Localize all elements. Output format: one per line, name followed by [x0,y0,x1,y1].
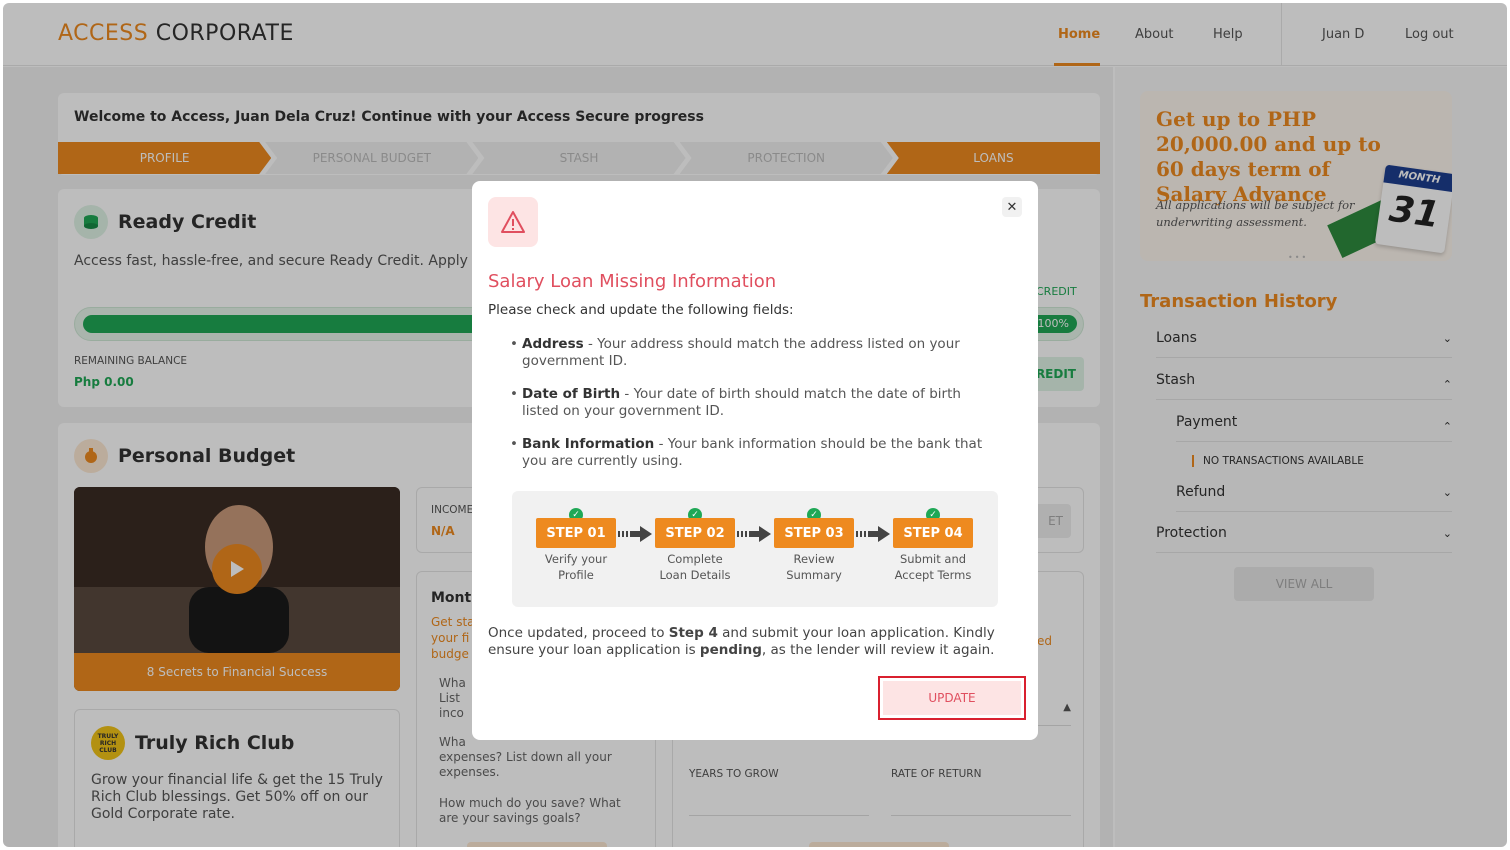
footer-step: Step 4 [668,625,718,641]
step-label-line: Submit and [899,552,967,566]
modal-footer-text: Once updated, proceed to Step 4 and subm… [488,625,1018,659]
field-name: Bank Information [522,436,655,452]
update-button-highlight: UPDATE [878,676,1026,720]
close-icon[interactable]: ✕ [1002,197,1022,217]
arrow-right-icon [737,526,771,542]
field-desc: - Your address should match the address … [522,336,960,369]
step-01-label: Verify your Profile [526,551,626,583]
step-label-line: Complete [667,552,723,566]
step-03-label: Review Summary [764,551,864,583]
step-label-line: Accept Terms [894,568,972,582]
step-04-badge: STEP 04 [893,518,973,548]
salary-loan-modal: ✕ Salary Loan Missing Information Please… [472,181,1038,740]
modal-subtitle: Please check and update the following fi… [488,302,794,318]
field-date-of-birth: • Date of Birth - Your date of birth shou… [510,386,961,419]
update-button[interactable]: UPDATE [883,681,1021,715]
field-name: Date of Birth [522,386,621,402]
step-02-label: Complete Loan Details [645,551,745,583]
field-address: • Address - Your address should match the… [510,336,960,369]
arrow-right-icon [856,526,890,542]
footer-text: Once updated, proceed to [488,625,669,641]
step-label-line: Verify your [544,552,608,566]
step-02-badge: STEP 02 [655,518,735,548]
step-label-line: Summary [786,568,842,582]
step-label-line: Review [793,552,835,566]
footer-pending: pending [699,642,762,658]
arrow-right-icon [618,526,652,542]
step-03-badge: STEP 03 [774,518,854,548]
step-04-label: Submit and Accept Terms [883,551,983,583]
loan-steps-diagram: ✓ ✓ ✓ ✓ STEP 01 STEP 02 STEP 03 STEP 04 … [512,491,998,607]
field-name: Address [522,336,584,352]
warning-icon [488,197,538,247]
step-01-badge: STEP 01 [536,518,616,548]
modal-title: Salary Loan Missing Information [488,271,777,292]
footer-text: , as the lender will review it again. [761,642,995,658]
app-window: ACCESS CORPORATE Home About Help Juan D … [3,3,1507,847]
field-bank-information: • Bank Information - Your bank informatio… [510,436,983,469]
step-label-line: Loan Details [659,568,731,582]
step-label-line: Profile [558,568,594,582]
